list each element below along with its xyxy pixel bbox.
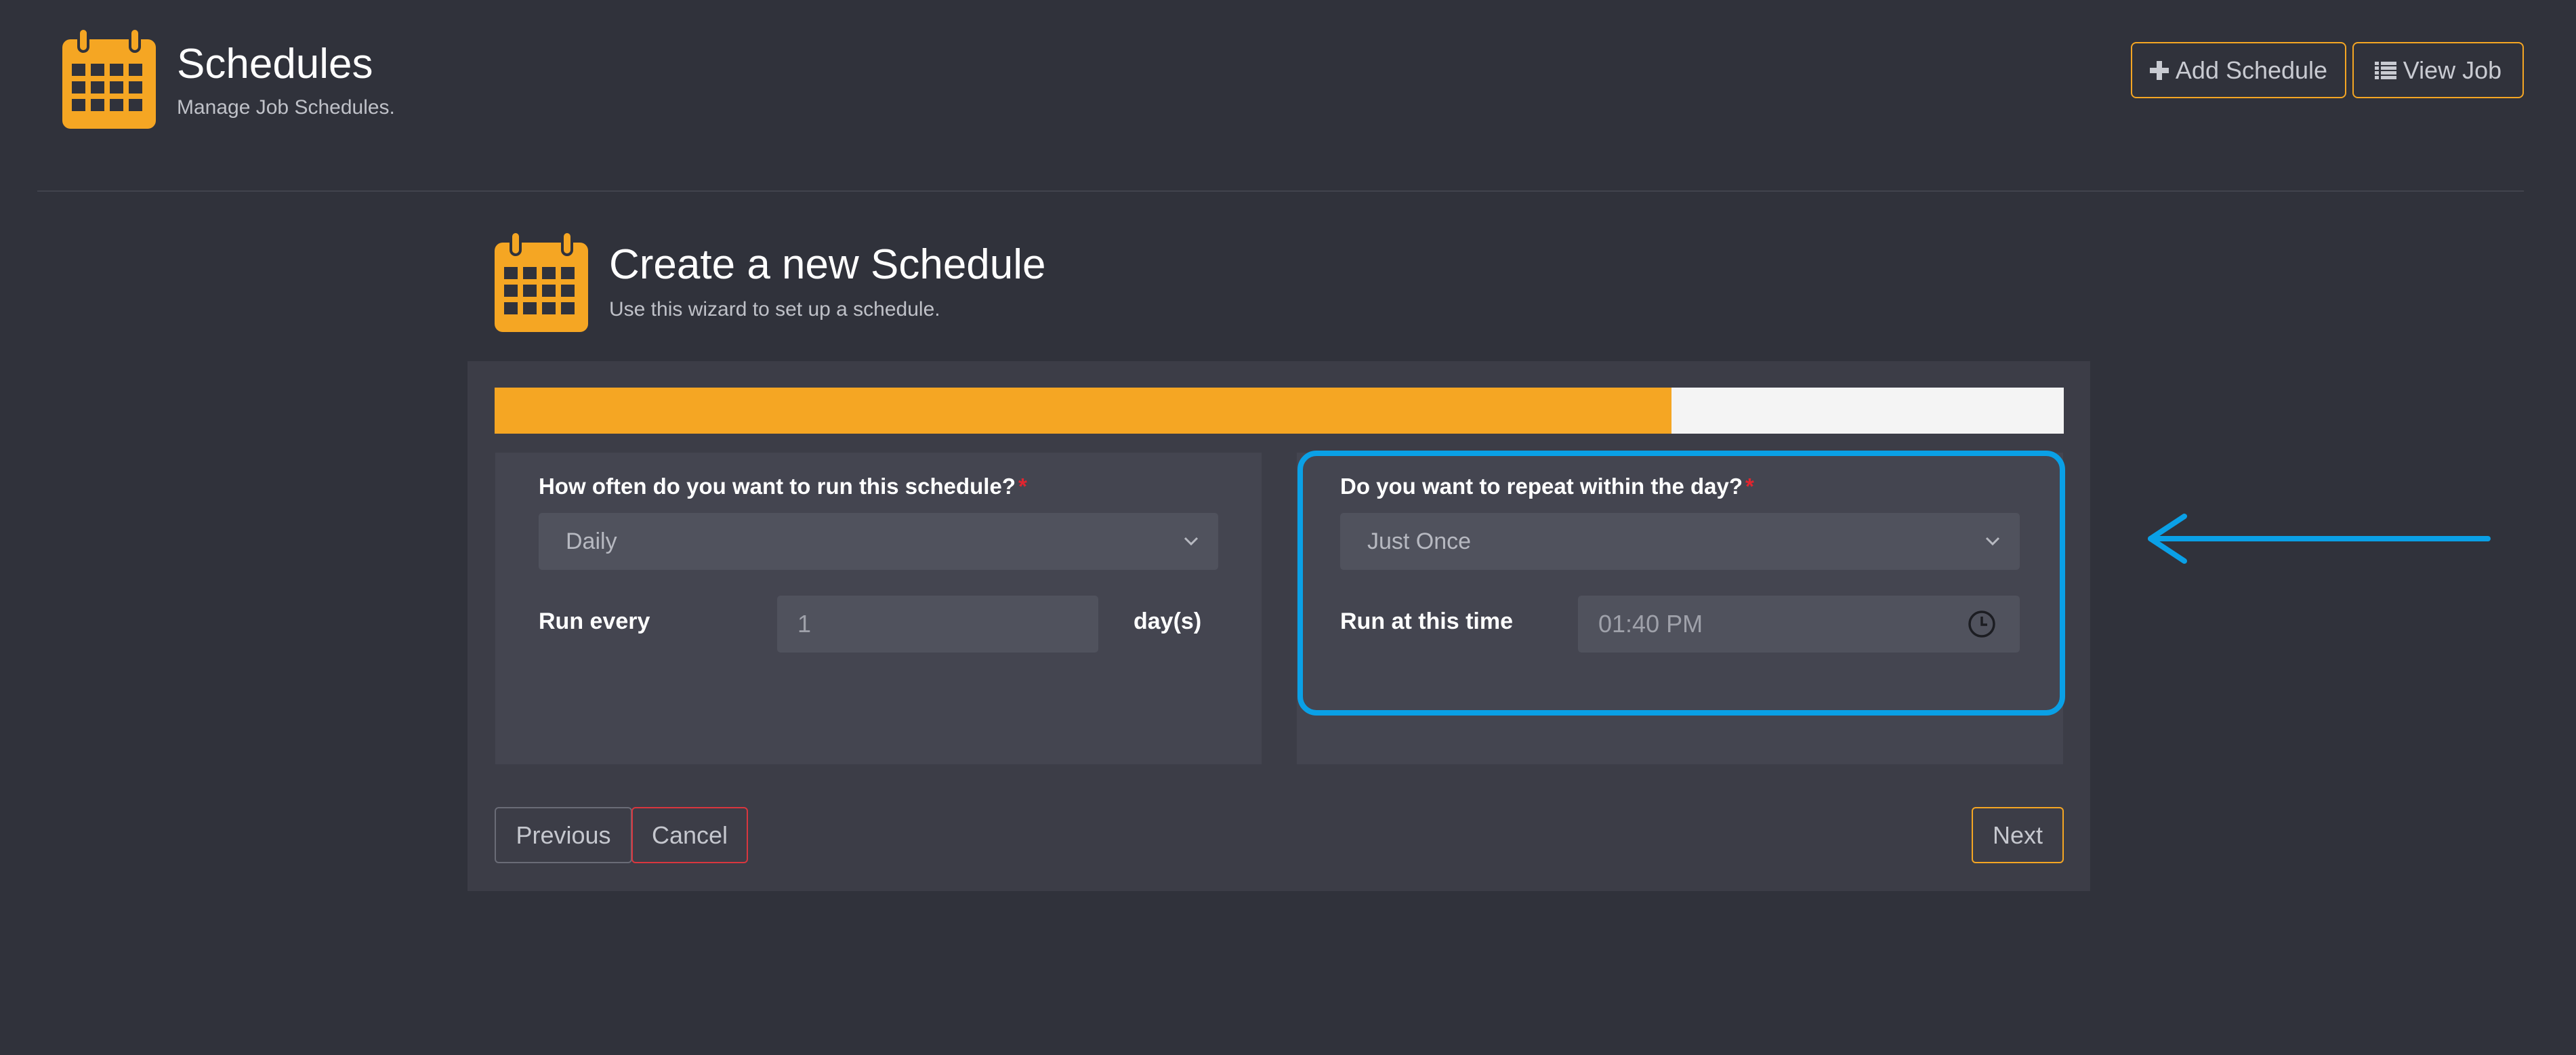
- page-title: Schedules: [177, 41, 373, 87]
- wizard-progress-bar: [495, 388, 2064, 434]
- progress-fill: [495, 388, 1671, 434]
- frequency-question: How often do you want to run this schedu…: [539, 473, 1027, 500]
- previous-button[interactable]: Previous: [495, 807, 632, 863]
- unit-label: day(s): [1134, 608, 1202, 634]
- next-button[interactable]: Next: [1972, 807, 2064, 863]
- view-job-button[interactable]: View Job: [2352, 42, 2524, 98]
- list-icon: [2374, 61, 2396, 79]
- add-schedule-label: Add Schedule: [2175, 56, 2328, 84]
- plus-icon: [2149, 60, 2169, 80]
- run-every-input[interactable]: 1: [777, 596, 1098, 653]
- frequency-question-text: How often do you want to run this schedu…: [539, 474, 1016, 499]
- cancel-button[interactable]: Cancel: [631, 807, 748, 863]
- wizard-title: Create a new Schedule: [609, 241, 1046, 288]
- add-schedule-button[interactable]: Add Schedule: [2131, 42, 2346, 98]
- wizard-subtitle: Use this wizard to set up a schedule.: [609, 298, 940, 320]
- view-job-label: View Job: [2403, 56, 2502, 84]
- run-every-label: Run every: [539, 608, 650, 634]
- required-marker: *: [1018, 474, 1027, 499]
- chevron-down-icon: [1184, 537, 1199, 546]
- calendar-icon: [61, 26, 157, 133]
- arrow-left-icon: [2141, 508, 2493, 573]
- header-divider: [37, 190, 2524, 192]
- frequency-select[interactable]: Daily: [539, 513, 1218, 570]
- run-every-value: 1: [797, 610, 812, 638]
- highlight-box: [1297, 451, 2065, 716]
- page-subtitle: Manage Job Schedules.: [177, 96, 395, 119]
- wizard-calendar-icon: [493, 229, 589, 337]
- frequency-selected-value: Daily: [566, 528, 617, 554]
